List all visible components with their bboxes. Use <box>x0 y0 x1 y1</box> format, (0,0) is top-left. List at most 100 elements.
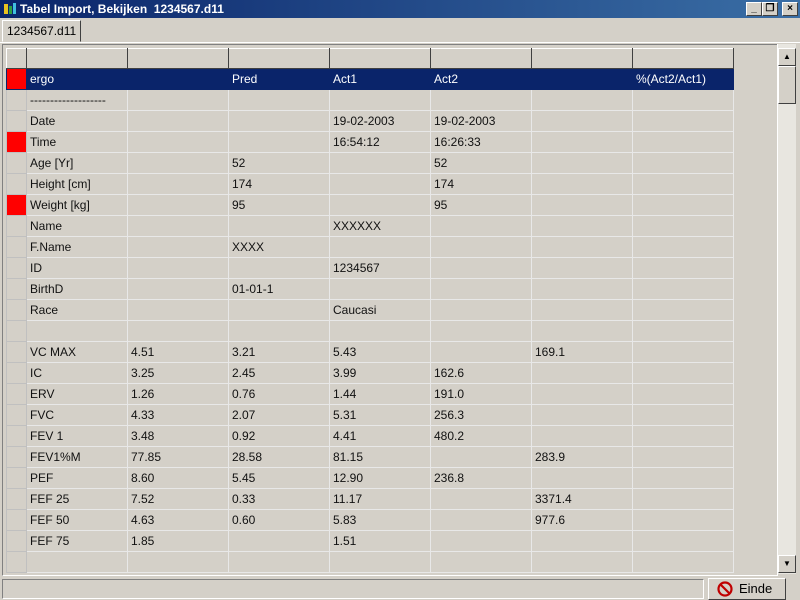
row-marker[interactable] <box>6 488 27 510</box>
table-cell[interactable]: Act1 <box>329 68 431 90</box>
table-row[interactable]: Weight [kg] 95 95 <box>6 194 734 216</box>
table-cell[interactable]: Height [cm] <box>26 173 128 195</box>
table-cell[interactable] <box>228 530 330 552</box>
row-marker[interactable] <box>6 152 27 174</box>
table-cell[interactable] <box>632 362 734 384</box>
table-cell[interactable]: 0.76 <box>228 383 330 405</box>
table-cell[interactable] <box>228 551 330 573</box>
table-cell[interactable] <box>531 530 633 552</box>
table-cell[interactable] <box>632 404 734 426</box>
table-cell[interactable] <box>531 551 633 573</box>
scroll-down-icon[interactable]: ▼ <box>778 555 796 573</box>
table-row[interactable]: F.Name XXXX <box>6 236 734 258</box>
table-cell[interactable] <box>632 131 734 153</box>
table-cell[interactable] <box>228 131 330 153</box>
column-header[interactable] <box>26 48 128 69</box>
table-cell[interactable] <box>531 110 633 132</box>
table-cell[interactable] <box>430 446 532 468</box>
table-row[interactable]: ------------------- <box>6 89 734 111</box>
column-header[interactable] <box>6 48 27 69</box>
table-cell[interactable] <box>632 530 734 552</box>
table-cell[interactable]: 01-01-1 <box>228 278 330 300</box>
row-marker[interactable] <box>6 509 27 531</box>
table-row[interactable]: Race Caucasi <box>6 299 734 321</box>
table-cell[interactable]: 977.6 <box>531 509 633 531</box>
table-row[interactable] <box>6 551 734 573</box>
table-cell[interactable] <box>228 257 330 279</box>
table-cell[interactable] <box>632 194 734 216</box>
table-cell[interactable] <box>632 89 734 111</box>
table-cell[interactable]: FEF 50 <box>26 509 128 531</box>
table-cell[interactable] <box>127 215 229 237</box>
table-cell[interactable] <box>127 152 229 174</box>
table-cell[interactable]: Pred <box>228 68 330 90</box>
table-row[interactable]: Name XXXXXX <box>6 215 734 237</box>
table-cell[interactable] <box>632 257 734 279</box>
table-cell[interactable] <box>430 89 532 111</box>
table-cell[interactable]: 81.15 <box>329 446 431 468</box>
row-marker[interactable] <box>6 131 27 153</box>
row-marker[interactable] <box>6 110 27 132</box>
table-cell[interactable] <box>127 299 229 321</box>
table-cell[interactable]: 5.45 <box>228 467 330 489</box>
table-cell[interactable]: FVC <box>26 404 128 426</box>
table-cell[interactable]: 5.83 <box>329 509 431 531</box>
table-cell[interactable] <box>329 236 431 258</box>
table-cell[interactable] <box>430 530 532 552</box>
table-cell[interactable]: 1.51 <box>329 530 431 552</box>
table-cell[interactable]: VC MAX <box>26 341 128 363</box>
table-cell[interactable]: Race <box>26 299 128 321</box>
table-cell[interactable]: 3.48 <box>127 425 229 447</box>
table-cell[interactable]: 2.45 <box>228 362 330 384</box>
table-cell[interactable] <box>632 509 734 531</box>
table-cell[interactable] <box>632 236 734 258</box>
table-cell[interactable] <box>632 299 734 321</box>
table-cell[interactable] <box>632 152 734 174</box>
table-cell[interactable]: 95 <box>430 194 532 216</box>
table-cell[interactable] <box>531 152 633 174</box>
table-cell[interactable] <box>531 278 633 300</box>
table-cell[interactable] <box>430 509 532 531</box>
table-cell[interactable] <box>329 89 431 111</box>
table-cell[interactable]: ERV <box>26 383 128 405</box>
table-cell[interactable] <box>228 299 330 321</box>
table-cell[interactable]: 0.33 <box>228 488 330 510</box>
table-cell[interactable]: IC <box>26 362 128 384</box>
table-cell[interactable]: 174 <box>228 173 330 195</box>
table-cell[interactable] <box>430 278 532 300</box>
table-cell[interactable] <box>26 551 128 573</box>
vertical-scrollbar[interactable]: ▲ ▼ <box>777 44 796 574</box>
table-cell[interactable]: 8.60 <box>127 467 229 489</box>
table-cell[interactable] <box>632 320 734 342</box>
table-cell[interactable] <box>329 551 431 573</box>
table-cell[interactable]: 16:26:33 <box>430 131 532 153</box>
table-cell[interactable]: 236.8 <box>430 467 532 489</box>
table-cell[interactable] <box>228 89 330 111</box>
table-cell[interactable]: 174 <box>430 173 532 195</box>
table-cell[interactable] <box>127 194 229 216</box>
table-cell[interactable] <box>632 425 734 447</box>
table-cell[interactable]: 3.21 <box>228 341 330 363</box>
table-cell[interactable]: XXXX <box>228 236 330 258</box>
row-marker[interactable] <box>6 467 27 489</box>
table-cell[interactable] <box>632 467 734 489</box>
table-row[interactable]: VC MAX 4.51 3.21 5.43 169.1 <box>6 341 734 363</box>
column-header[interactable] <box>531 48 633 69</box>
table-cell[interactable]: 52 <box>430 152 532 174</box>
table-row[interactable]: Height [cm] 174 174 <box>6 173 734 195</box>
row-marker[interactable] <box>6 68 27 90</box>
table-cell[interactable]: 3371.4 <box>531 488 633 510</box>
scroll-thumb[interactable] <box>778 66 796 104</box>
table-cell[interactable] <box>430 488 532 510</box>
table-cell[interactable]: 11.17 <box>329 488 431 510</box>
data-grid[interactable]: ergo Pred Act1 Act2 %(Act2/Act1) ------------… <box>2 44 778 576</box>
table-cell[interactable] <box>329 173 431 195</box>
table-cell[interactable]: 5.31 <box>329 404 431 426</box>
row-marker[interactable] <box>6 194 27 216</box>
table-cell[interactable]: XXXXXX <box>329 215 431 237</box>
table-cell[interactable] <box>329 152 431 174</box>
table-row[interactable]: FEF 75 1.85 1.51 <box>6 530 734 552</box>
table-cell[interactable]: BirthD <box>26 278 128 300</box>
table-cell[interactable]: Age [Yr] <box>26 152 128 174</box>
row-marker[interactable] <box>6 425 27 447</box>
